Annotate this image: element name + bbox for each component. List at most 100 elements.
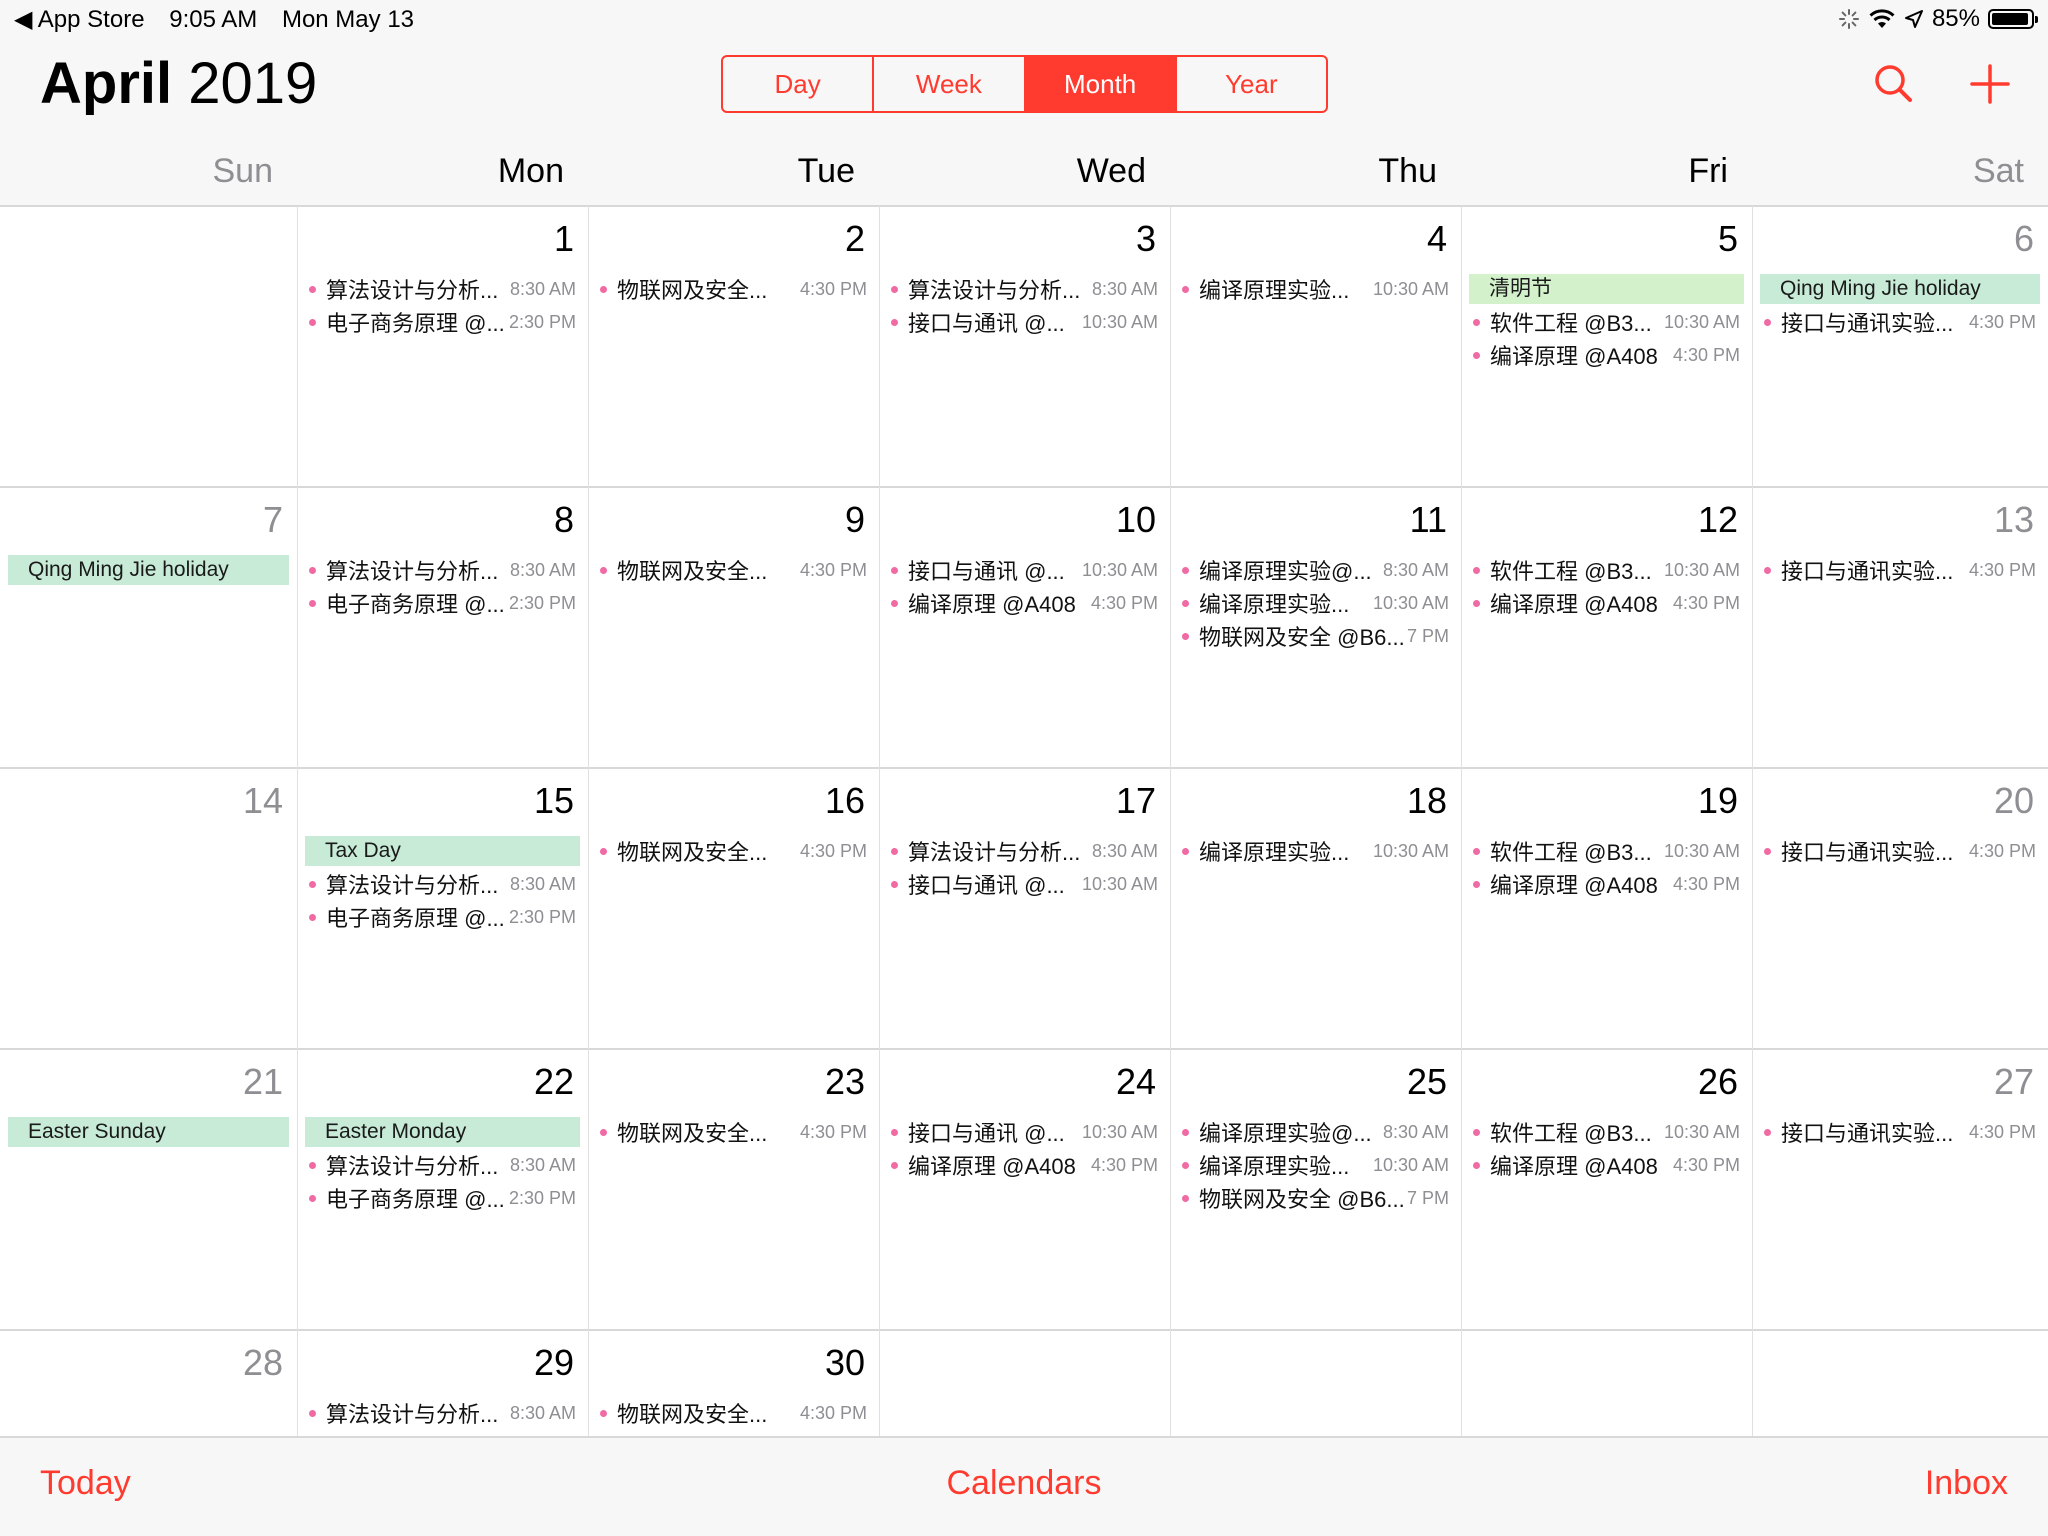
event-item[interactable]: 电子商务原理 @... 2:30 PM	[297, 588, 588, 618]
event-time: 7 PM	[1406, 1187, 1449, 1208]
event-item[interactable]: 物联网及安全... 4:30 PM	[588, 1398, 879, 1428]
weekday-label: Tue	[797, 152, 855, 190]
event-item[interactable]: 接口与通讯 @... 10:30 AM	[879, 307, 1170, 337]
event-item[interactable]: 算法设计与分析... 8:30 AM	[297, 1150, 588, 1180]
event-item[interactable]: 编译原理 @A408 4:30 PM	[879, 1150, 1170, 1180]
event-title: 编译原理实验@...	[1199, 1121, 1372, 1146]
view-year-button[interactable]: Year	[1174, 57, 1326, 111]
event-item[interactable]: 软件工程 @B3... 10:30 AM	[1461, 836, 1752, 866]
event-item[interactable]: 算法设计与分析... 8:30 AM	[879, 836, 1170, 866]
all-day-event[interactable]: Easter Monday	[305, 1117, 580, 1147]
event-item[interactable]: 编译原理实验... 10:30 AM	[1170, 274, 1461, 304]
event-time: 10:30 AM	[1663, 311, 1740, 332]
event-dot-icon	[1182, 1161, 1189, 1169]
battery-icon	[1988, 9, 2038, 29]
event-time: 10:30 AM	[1372, 840, 1449, 861]
event-dot-icon	[1473, 566, 1480, 574]
event-item[interactable]: 软件工程 @B3... 10:30 AM	[1461, 307, 1752, 337]
event-item[interactable]: 编译原理实验... 10:30 AM	[1170, 836, 1461, 866]
event-item[interactable]: 物联网及安全... 4:30 PM	[588, 836, 879, 866]
event-item[interactable]: 算法设计与分析... 8:30 AM	[297, 869, 588, 899]
event-dot-icon	[1182, 285, 1189, 293]
event-item[interactable]: 编译原理 @A408 4:30 PM	[1461, 869, 1752, 899]
event-time: 8:30 AM	[509, 559, 576, 580]
event-time: 4:30 PM	[1090, 1154, 1158, 1175]
day-cell[interactable]	[1461, 1330, 1752, 1436]
day-number: 4	[1426, 218, 1447, 259]
event-item[interactable]: 物联网及安全... 4:30 PM	[588, 555, 879, 585]
all-day-event[interactable]: 清明节	[1469, 274, 1744, 304]
event-item[interactable]: 接口与通讯实验... 4:30 PM	[1752, 555, 2048, 585]
event-item[interactable]: 接口与通讯 @... 10:30 AM	[879, 555, 1170, 585]
event-item[interactable]: 物联网及安全 @B6... 7 PM	[1170, 1183, 1461, 1213]
calendars-button-wrap: Calendars	[0, 1464, 2048, 1503]
event-item[interactable]: 软件工程 @B3... 10:30 AM	[1461, 1117, 1752, 1147]
event-item[interactable]: 编译原理 @A408 4:30 PM	[879, 588, 1170, 618]
month-title[interactable]: April 2019	[40, 50, 317, 117]
inbox-button[interactable]: Inbox	[1925, 1464, 2008, 1503]
event-time: 10:30 AM	[1663, 559, 1740, 580]
event-dot-icon	[1182, 566, 1189, 574]
event-time: 4:30 PM	[799, 559, 867, 580]
view-week-button[interactable]: Week	[872, 57, 1023, 111]
event-title: 接口与通讯 @...	[908, 873, 1065, 898]
event-item[interactable]: 编译原理实验... 10:30 AM	[1170, 588, 1461, 618]
event-title: 物联网及安全...	[617, 278, 768, 303]
calendars-button[interactable]: Calendars	[947, 1464, 1102, 1502]
event-time: 4:30 PM	[1968, 559, 2036, 580]
day-number: 18	[1406, 780, 1447, 821]
event-item[interactable]: 编译原理实验@... 8:30 AM	[1170, 1117, 1461, 1147]
event-item[interactable]: 接口与通讯 @... 10:30 AM	[879, 869, 1170, 899]
weekday-label: Wed	[1076, 152, 1146, 190]
event-title: 物联网及安全...	[617, 1121, 768, 1146]
day-cell[interactable]	[1752, 1330, 2048, 1436]
event-dot-icon	[1473, 599, 1480, 607]
event-item[interactable]: 电子商务原理 @... 2:30 PM	[297, 902, 588, 932]
view-day-button[interactable]: Day	[723, 57, 872, 111]
all-day-event[interactable]: Easter Sunday	[8, 1117, 289, 1147]
all-day-event[interactable]: Qing Ming Jie holiday	[8, 555, 289, 585]
search-button[interactable]	[1866, 56, 1922, 112]
event-dot-icon	[600, 1128, 607, 1136]
day-number: 17	[1115, 780, 1156, 821]
status-date: Mon May 13	[281, 6, 415, 33]
all-day-event[interactable]: Tax Day	[305, 836, 580, 866]
event-item[interactable]: 物联网及安全... 4:30 PM	[588, 274, 879, 304]
event-item[interactable]: 编译原理实验@... 8:30 AM	[1170, 555, 1461, 585]
view-month-button[interactable]: Month	[1023, 57, 1175, 111]
event-item[interactable]: 物联网及安全 @B6... 7 PM	[1170, 621, 1461, 651]
event-item[interactable]: 接口与通讯实验... 4:30 PM	[1752, 836, 2048, 866]
back-to-app-store-link[interactable]: ◀ App Store	[14, 6, 145, 33]
today-button[interactable]: Today	[40, 1464, 131, 1503]
event-item[interactable]: 算法设计与分析... 8:30 AM	[297, 555, 588, 585]
day-cell[interactable]	[879, 1330, 1170, 1436]
status-time: 9:05 AM	[169, 6, 258, 33]
event-item[interactable]: 电子商务原理 @... 2:30 PM	[297, 307, 588, 337]
event-item[interactable]: 编译原理 @A408 4:30 PM	[1461, 588, 1752, 618]
event-time: 2:30 PM	[508, 906, 576, 927]
event-item[interactable]: 算法设计与分析... 8:30 AM	[297, 274, 588, 304]
all-day-event[interactable]: Qing Ming Jie holiday	[1760, 274, 2040, 304]
add-event-button[interactable]	[1962, 56, 2018, 112]
event-item[interactable]: 物联网及安全... 4:30 PM	[588, 1117, 879, 1147]
event-item[interactable]: 接口与通讯实验... 4:30 PM	[1752, 1117, 2048, 1147]
event-dot-icon	[891, 1128, 898, 1136]
event-item[interactable]: 接口与通讯实验... 4:30 PM	[1752, 307, 2048, 337]
event-time: 2:30 PM	[508, 1187, 576, 1208]
event-item[interactable]: 算法设计与分析... 8:30 AM	[297, 1398, 588, 1428]
event-title: 接口与通讯实验...	[1781, 559, 1954, 584]
event-time: 7 PM	[1406, 625, 1449, 646]
bottom-toolbar: Today Calendars Inbox	[0, 1436, 2048, 1536]
event-item[interactable]: 编译原理 @A408 4:30 PM	[1461, 340, 1752, 370]
day-cell[interactable]	[1170, 1330, 1461, 1436]
event-item[interactable]: 算法设计与分析... 8:30 AM	[879, 274, 1170, 304]
event-title: 编译原理 @A408	[1490, 592, 1658, 617]
event-item[interactable]: 编译原理实验... 10:30 AM	[1170, 1150, 1461, 1180]
event-item[interactable]: 编译原理 @A408 4:30 PM	[1461, 1150, 1752, 1180]
event-item[interactable]: 软件工程 @B3... 10:30 AM	[1461, 555, 1752, 585]
event-item[interactable]: 接口与通讯 @... 10:30 AM	[879, 1117, 1170, 1147]
day-number: 25	[1406, 1061, 1447, 1102]
event-item[interactable]: 电子商务原理 @... 2:30 PM	[297, 1183, 588, 1213]
day-cell[interactable]	[0, 206, 297, 487]
event-dot-icon	[891, 599, 898, 607]
